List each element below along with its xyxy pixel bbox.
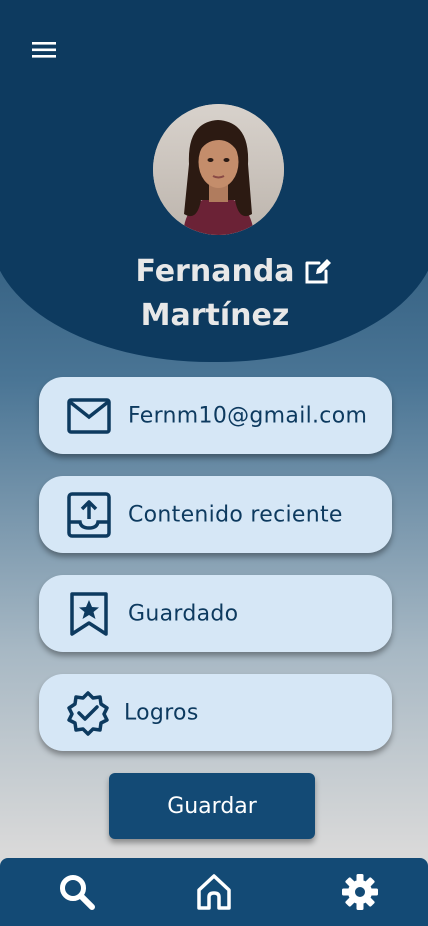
- edit-profile-button[interactable]: [304, 257, 334, 285]
- bookmark-star-icon: [70, 591, 108, 636]
- menu-item-achievements[interactable]: Logros: [39, 674, 392, 751]
- upload-tray-icon: [67, 491, 111, 538]
- profile-name: Fernanda Martínez: [110, 250, 320, 338]
- menu-item-recent-content[interactable]: Contenido reciente: [39, 476, 392, 553]
- search-icon: [60, 875, 95, 910]
- badge-check-icon: [67, 690, 109, 736]
- bottom-navigation: [0, 858, 428, 926]
- save-button[interactable]: Guardar: [109, 773, 315, 839]
- menu-item-label: Logros: [124, 700, 199, 725]
- menu-item-label: Fernm10@gmail.com: [128, 403, 368, 428]
- edit-icon: [305, 259, 331, 284]
- mail-icon: [67, 397, 111, 434]
- avatar-photo: [153, 104, 284, 235]
- menu-item-email[interactable]: Fernm10@gmail.com: [39, 377, 392, 454]
- profile-last-name: Martínez: [140, 298, 290, 333]
- hamburger-menu-icon: [32, 42, 56, 58]
- menu-item-saved[interactable]: Guardado: [39, 575, 392, 652]
- nav-settings[interactable]: [340, 872, 380, 912]
- nav-home[interactable]: [194, 872, 234, 912]
- menu-item-label: Contenido reciente: [128, 502, 343, 527]
- home-icon: [197, 874, 231, 910]
- profile-first-name: Fernanda: [135, 254, 295, 289]
- avatar[interactable]: [153, 104, 284, 235]
- menu-item-label: Guardado: [128, 601, 239, 626]
- nav-search[interactable]: [57, 872, 97, 912]
- menu-button[interactable]: [30, 38, 60, 62]
- gear-icon: [342, 874, 378, 910]
